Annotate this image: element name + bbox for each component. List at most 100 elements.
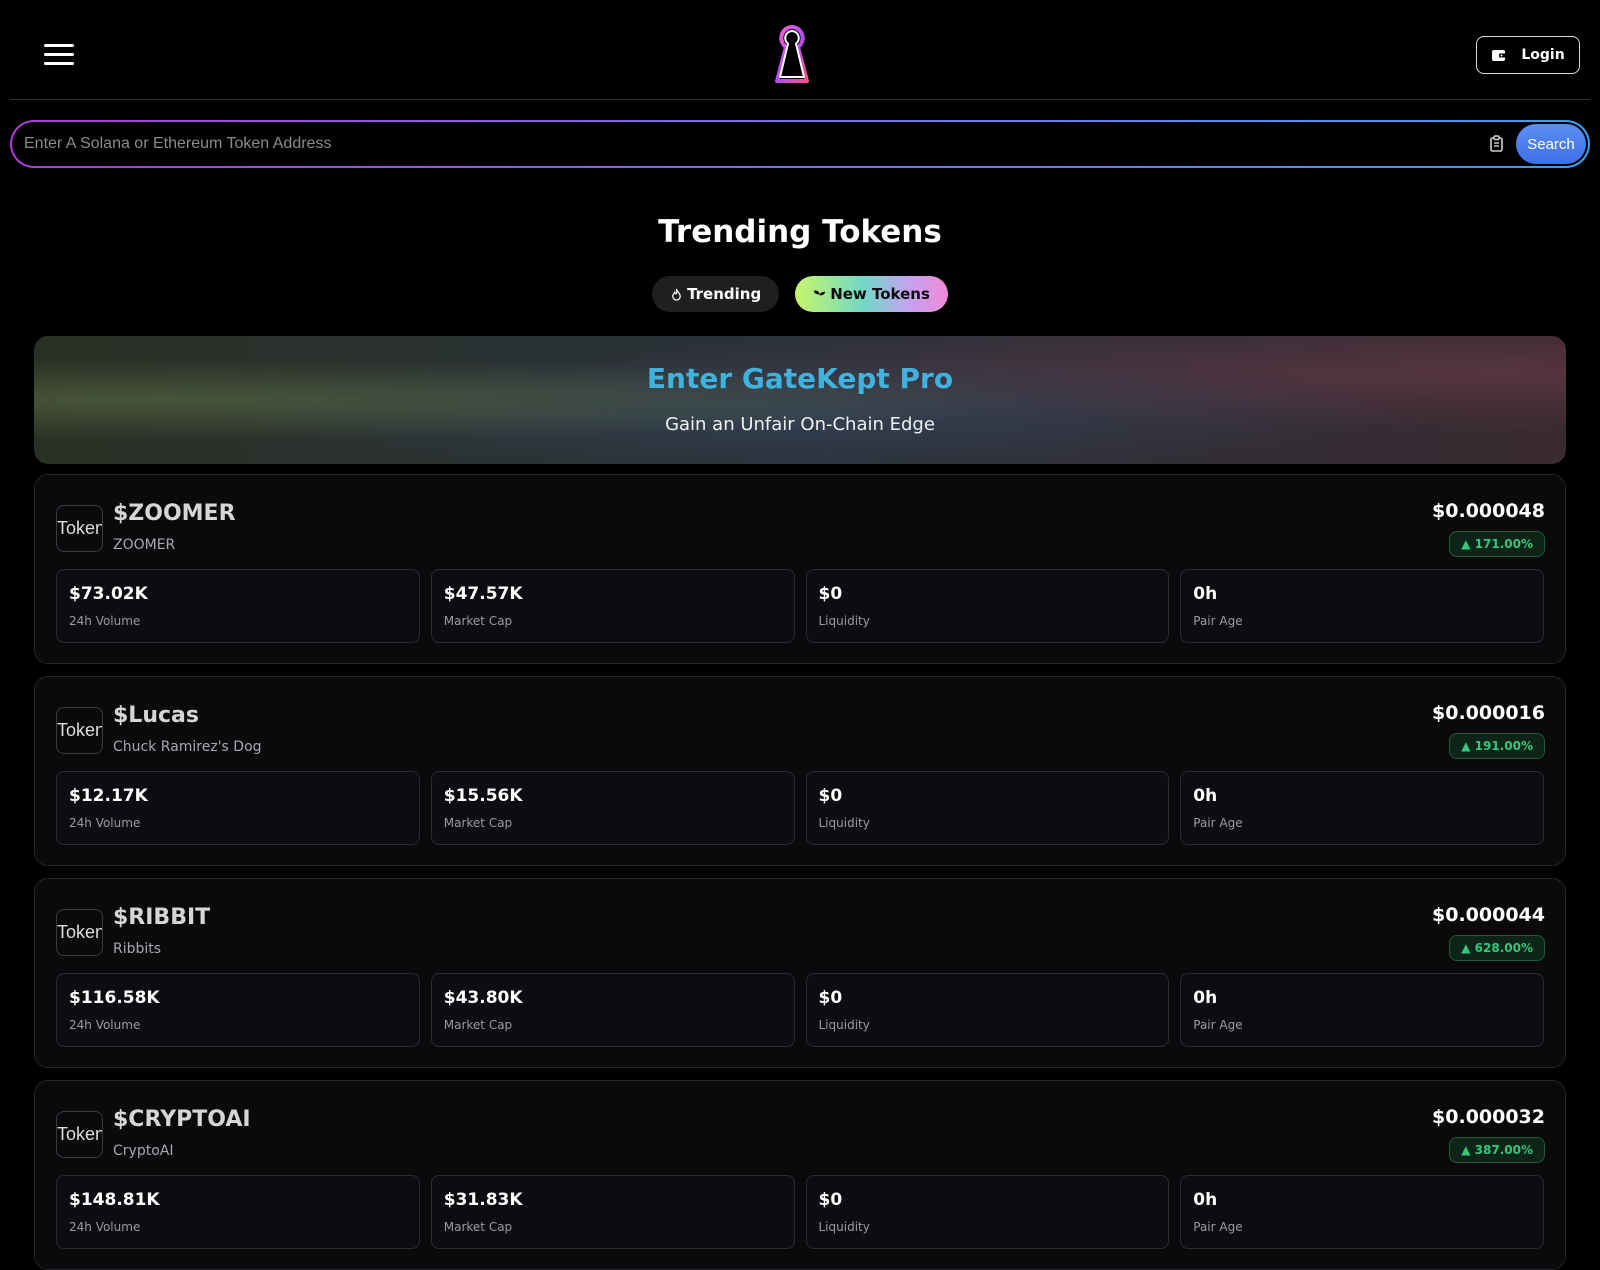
stat-label: Pair Age bbox=[1193, 1018, 1243, 1032]
promo-title: Enter GateKept Pro bbox=[646, 362, 954, 395]
tab-trending[interactable]: Trending bbox=[652, 276, 780, 312]
stat-label: Pair Age bbox=[1193, 1220, 1243, 1234]
stat-label: Liquidity bbox=[818, 614, 870, 628]
search-bar: Search bbox=[10, 120, 1590, 168]
login-button[interactable]: Login bbox=[1476, 36, 1580, 74]
token-card[interactable]: Token $CRYPTOAI CryptoAI $0.000032 ▲ 387… bbox=[34, 1080, 1566, 1270]
stat-market-cap: $43.80K Market Cap bbox=[430, 973, 795, 1047]
token-tabs: Trending New Tokens bbox=[0, 276, 1600, 312]
token-name: ZOOMER bbox=[113, 537, 176, 553]
token-stats: $116.58K 24h Volume $43.80K Market Cap $… bbox=[56, 973, 1544, 1047]
page-title: Trending Tokens bbox=[658, 214, 942, 250]
stat-value: $43.80K bbox=[443, 988, 523, 1008]
token-stats: $12.17K 24h Volume $15.56K Market Cap $0… bbox=[56, 771, 1544, 845]
stat-label: 24h Volume bbox=[69, 816, 141, 830]
price-change-badge: ▲ 387.00% bbox=[1449, 1137, 1545, 1163]
hamburger-icon-bar bbox=[44, 44, 74, 47]
stat-market-cap: $15.56K Market Cap bbox=[430, 771, 795, 845]
sprout-icon bbox=[814, 289, 826, 300]
price-change-badge: ▲ 191.00% bbox=[1449, 733, 1545, 759]
stat-pair-age: 0h Pair Age bbox=[1180, 771, 1544, 845]
stat-label: Market Cap bbox=[443, 614, 513, 628]
token-symbol: $Lucas bbox=[113, 703, 199, 728]
stat-label: 24h Volume bbox=[69, 614, 141, 628]
stat-label: Liquidity bbox=[818, 1220, 870, 1234]
price-change-badge: ▲ 171.00% bbox=[1449, 531, 1545, 557]
stat-liquidity: $0 Liquidity bbox=[805, 569, 1170, 643]
token-price: $0.000048 bbox=[1432, 500, 1545, 522]
stat-value: 0h bbox=[1193, 988, 1218, 1008]
wallet-icon bbox=[1492, 50, 1507, 61]
tab-trending-label: Trending bbox=[687, 285, 762, 303]
stat-pair-age: 0h Pair Age bbox=[1180, 973, 1544, 1047]
stat-value: $12.17K bbox=[69, 786, 148, 806]
tab-new-tokens-label: New Tokens bbox=[830, 285, 930, 303]
top-header: Login bbox=[10, 0, 1590, 100]
token-symbol: $CRYPTOAI bbox=[113, 1107, 251, 1132]
token-name: Ribbits bbox=[113, 941, 162, 957]
token-symbol: $ZOOMER bbox=[113, 501, 236, 526]
stat-value: $0 bbox=[818, 988, 843, 1008]
tab-new-tokens[interactable]: New Tokens bbox=[795, 276, 948, 312]
stat-value: $148.81K bbox=[69, 1190, 160, 1210]
stat-value: $0 bbox=[818, 584, 843, 604]
token-card[interactable]: Token $RIBBIT Ribbits $0.000044 ▲ 628.00… bbox=[34, 878, 1566, 1068]
stat-24h-volume: $12.17K 24h Volume bbox=[56, 771, 420, 845]
stat-label: Market Cap bbox=[443, 816, 513, 830]
token-stats: $73.02K 24h Volume $47.57K Market Cap $0… bbox=[56, 569, 1544, 643]
token-card[interactable]: Token $ZOOMER ZOOMER $0.000048 ▲ 171.00%… bbox=[34, 474, 1566, 664]
stat-value: $0 bbox=[818, 786, 843, 806]
token-name: Chuck Ramirez's Dog bbox=[113, 739, 262, 755]
stat-liquidity: $0 Liquidity bbox=[805, 1175, 1170, 1249]
stat-pair-age: 0h Pair Age bbox=[1180, 1175, 1544, 1249]
token-name: CryptoAI bbox=[113, 1143, 174, 1159]
stat-value: 0h bbox=[1193, 1190, 1218, 1210]
stat-market-cap: $47.57K Market Cap bbox=[430, 569, 795, 643]
token-logo-image: Token bbox=[56, 909, 103, 956]
stat-24h-volume: $116.58K 24h Volume bbox=[56, 973, 420, 1047]
stat-pair-age: 0h Pair Age bbox=[1180, 569, 1544, 643]
gatekept-pro-banner[interactable]: Enter GateKept Pro Gain an Unfair On-Cha… bbox=[34, 336, 1566, 464]
stat-label: Market Cap bbox=[443, 1018, 513, 1032]
stat-value: $116.58K bbox=[69, 988, 160, 1008]
token-logo-image: Token bbox=[56, 505, 103, 552]
search-bar-inner: Search bbox=[12, 122, 1588, 166]
stat-value: $0 bbox=[818, 1190, 843, 1210]
price-change-badge: ▲ 628.00% bbox=[1449, 935, 1545, 961]
search-button[interactable]: Search bbox=[1516, 124, 1586, 164]
stat-24h-volume: $73.02K 24h Volume bbox=[56, 569, 420, 643]
stat-label: 24h Volume bbox=[69, 1018, 141, 1032]
hamburger-icon-bar bbox=[44, 53, 74, 56]
stat-label: Pair Age bbox=[1193, 614, 1243, 628]
stat-value: $73.02K bbox=[69, 584, 148, 604]
token-price: $0.000044 bbox=[1432, 904, 1545, 926]
stat-value: 0h bbox=[1193, 584, 1218, 604]
clipboard-icon[interactable] bbox=[1487, 134, 1507, 154]
stat-label: 24h Volume bbox=[69, 1220, 141, 1234]
token-logo-image: Token bbox=[56, 707, 103, 754]
keyhole-logo[interactable] bbox=[774, 24, 810, 86]
promo-subtitle: Gain an Unfair On-Chain Edge bbox=[665, 414, 935, 435]
stat-liquidity: $0 Liquidity bbox=[805, 973, 1170, 1047]
stat-market-cap: $31.83K Market Cap bbox=[430, 1175, 795, 1249]
token-price: $0.000032 bbox=[1432, 1106, 1545, 1128]
stat-label: Pair Age bbox=[1193, 816, 1243, 830]
token-price: $0.000016 bbox=[1432, 702, 1545, 724]
stat-value: $47.57K bbox=[443, 584, 523, 604]
stat-label: Liquidity bbox=[818, 816, 870, 830]
token-card[interactable]: Token $Lucas Chuck Ramirez's Dog $0.0000… bbox=[34, 676, 1566, 866]
stat-value: $31.83K bbox=[443, 1190, 523, 1210]
stat-24h-volume: $148.81K 24h Volume bbox=[56, 1175, 420, 1249]
stat-liquidity: $0 Liquidity bbox=[805, 771, 1170, 845]
stat-label: Market Cap bbox=[443, 1220, 513, 1234]
hamburger-icon-bar bbox=[44, 62, 74, 65]
token-symbol: $RIBBIT bbox=[113, 905, 211, 930]
flame-icon bbox=[672, 288, 681, 301]
login-label: Login bbox=[1521, 47, 1565, 63]
hamburger-menu-button[interactable] bbox=[34, 34, 86, 74]
token-address-search-input[interactable] bbox=[22, 122, 1442, 166]
token-stats: $148.81K 24h Volume $31.83K Market Cap $… bbox=[56, 1175, 1544, 1249]
stat-value: $15.56K bbox=[443, 786, 523, 806]
stat-label: Liquidity bbox=[818, 1018, 870, 1032]
token-logo-image: Token bbox=[56, 1111, 103, 1158]
